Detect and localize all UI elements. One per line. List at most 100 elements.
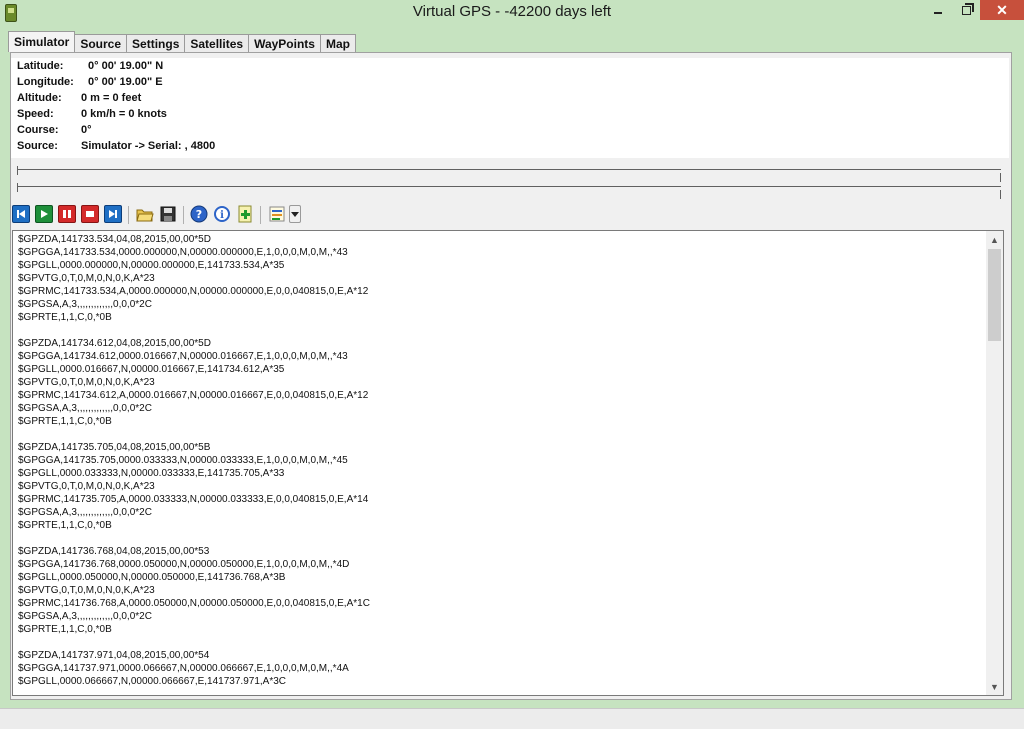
position-info: Latitude: 0° 00' 19.00" N Longitude: 0° … [11, 58, 1009, 158]
speed-label: Speed: [17, 108, 54, 120]
nmea-line: $GPVTG,0,T,0,M,0,N,0,K,A*23 [18, 377, 155, 388]
nmea-line: $GPZDA,141736.768,04,08,2015,00,00*53 [18, 546, 210, 557]
nmea-line: $GPGSA,A,3,,,,,,,,,,,,,0,0,0*2C [18, 403, 152, 414]
vertical-scrollbar[interactable]: ▲ ▼ [986, 231, 1003, 695]
chevron-up-icon: ▲ [990, 234, 999, 245]
nmea-line: $GPGGA,141734.612,0000.016667,N,00000.01… [18, 351, 348, 362]
nmea-line: $GPRTE,1,1,C,0,*0B [18, 416, 112, 427]
close-button[interactable]: ✕ [980, 0, 1024, 20]
nmea-line: $GPVTG,0,T,0,M,0,N,0,K,A*23 [18, 481, 155, 492]
nmea-line: $GPGGA,141735.705,0000.033333,N,00000.03… [18, 455, 348, 466]
toolbar-separator [128, 206, 129, 224]
tab-simulator[interactable]: Simulator [8, 31, 76, 52]
source-value: Simulator -> Serial: , 4800 [81, 140, 216, 152]
chevron-down-icon [291, 212, 299, 217]
nmea-line: $GPZDA,141737.971,04,08,2015,00,00*54 [18, 650, 210, 661]
tab-strip: Simulator Source Settings Satellites Way… [8, 31, 356, 52]
restore-icon [961, 5, 971, 15]
altitude-label: Altitude: [17, 92, 62, 104]
scroll-up-button[interactable]: ▲ [986, 231, 1003, 248]
folder-open-icon [136, 209, 154, 222]
longitude-label: Longitude: [17, 76, 74, 88]
skip-forward-icon [109, 210, 117, 218]
skip-back-button[interactable] [12, 205, 30, 223]
nmea-line: $GPRMC,141736.768,A,0000.050000,N,00000.… [18, 598, 370, 609]
pause-icon [63, 210, 71, 218]
info-icon: i [214, 206, 230, 222]
stop-button[interactable] [81, 205, 99, 223]
speed-slider-end-tick [1000, 190, 1001, 199]
nmea-output[interactable]: $GPZDA,141733.534,04,08,2015,00,00*5D $G… [12, 230, 1004, 696]
svg-text:?: ? [196, 208, 202, 221]
speed-slider-track[interactable] [17, 186, 1001, 187]
nmea-line: $GPGSA,A,3,,,,,,,,,,,,,0,0,0*2C [18, 611, 152, 622]
help-icon: ? [190, 205, 208, 223]
play-button[interactable] [35, 205, 53, 223]
skip-forward-button[interactable] [104, 205, 122, 223]
floppy-disk-icon [160, 206, 176, 222]
position-slider-track[interactable] [17, 169, 1001, 170]
nmea-line: $GPGGA,141737.971,0000.066667,N,00000.06… [18, 663, 349, 674]
info-button[interactable]: i [213, 205, 231, 223]
nmea-line: $GPGLL,0000.033333,N,00000.033333,E,1417… [18, 468, 285, 479]
options-dropdown-button[interactable] [289, 205, 301, 223]
nmea-line: $GPGGA,141733.534,0000.000000,N,00000.00… [18, 247, 348, 258]
pause-button[interactable] [58, 205, 76, 223]
stop-icon [86, 211, 94, 217]
tab-waypoints[interactable]: WayPoints [248, 34, 321, 52]
nmea-line: $GPRMC,141733.534,A,0000.000000,N,00000.… [18, 286, 369, 297]
nmea-line: $GPRMC,141734.612,A,0000.016667,N,00000.… [18, 390, 369, 401]
nmea-line: $GPRMC,141735.705,A,0000.033333,N,00000.… [18, 494, 369, 505]
nmea-line: $GPGLL,0000.050000,N,00000.050000,E,1417… [18, 572, 286, 583]
nmea-line: $GPGSA,A,3,,,,,,,,,,,,,0,0,0*2C [18, 299, 152, 310]
nmea-line: $GPRTE,1,1,C,0,*0B [18, 520, 112, 531]
help-button[interactable]: ? [190, 205, 208, 223]
toolbar-separator [260, 206, 261, 224]
latitude-value: 0° 00' 19.00" N [88, 60, 164, 72]
maximize-button[interactable] [952, 0, 980, 20]
nmea-line: $GPRTE,1,1,C,0,*0B [18, 624, 112, 635]
window-title: Virtual GPS - -42200 days left [412, 3, 612, 20]
latitude-label: Latitude: [17, 60, 64, 72]
course-value: 0° [81, 124, 92, 136]
nmea-line: $GPVTG,0,T,0,M,0,N,0,K,A*23 [18, 273, 155, 284]
play-icon [41, 210, 48, 218]
tab-satellites[interactable]: Satellites [184, 34, 250, 52]
minimize-button[interactable] [924, 0, 952, 20]
toolbar-separator [183, 206, 184, 224]
nmea-line: $GPGLL,0000.066667,N,00000.066667,E,1417… [18, 676, 286, 687]
speed-slider-start-tick [17, 183, 18, 192]
tab-settings[interactable]: Settings [126, 34, 186, 52]
add-document-icon [238, 205, 252, 223]
save-button[interactable] [159, 205, 177, 223]
minimize-icon [934, 12, 942, 14]
nmea-line: $GPZDA,141733.534,04,08,2015,00,00*5D [18, 234, 211, 245]
add-button[interactable] [236, 205, 254, 223]
open-file-button[interactable] [136, 205, 154, 223]
nmea-line: $GPRTE,1,1,C,0,*0B [18, 312, 112, 323]
longitude-value: 0° 00' 19.00" E [88, 76, 163, 88]
position-slider-start-tick [17, 166, 18, 175]
chevron-down-icon: ▼ [990, 681, 999, 692]
nmea-line: $GPVTG,0,T,0,M,0,N,0,K,A*23 [18, 585, 155, 596]
options-button[interactable] [267, 205, 289, 223]
position-slider-end-tick [1000, 173, 1001, 182]
list-options-icon [269, 206, 285, 222]
source-label: Source: [17, 140, 58, 152]
course-label: Course: [17, 124, 59, 136]
title-bar: Virtual GPS - -42200 days left ✕ [0, 0, 1024, 26]
speed-value: 0 km/h = 0 knots [81, 108, 167, 120]
altitude-value: 0 m = 0 feet [81, 92, 142, 104]
nmea-line: $GPGLL,0000.000000,N,00000.000000,E,1417… [18, 260, 285, 271]
tab-map[interactable]: Map [319, 34, 356, 52]
nmea-line: $GPGGA,141736.768,0000.050000,N,00000.05… [18, 559, 350, 570]
scrollbar-thumb[interactable] [988, 249, 1001, 341]
scroll-down-button[interactable]: ▼ [986, 678, 1003, 695]
svg-text:i: i [220, 210, 224, 221]
skip-back-icon [17, 210, 25, 218]
tab-source[interactable]: Source [74, 34, 128, 52]
close-icon: ✕ [996, 1, 1008, 18]
nmea-line: $GPGSA,A,3,,,,,,,,,,,,,0,0,0*2C [18, 507, 152, 518]
status-bar [0, 708, 1024, 729]
nmea-line: $GPZDA,141735.705,04,08,2015,00,00*5B [18, 442, 211, 453]
